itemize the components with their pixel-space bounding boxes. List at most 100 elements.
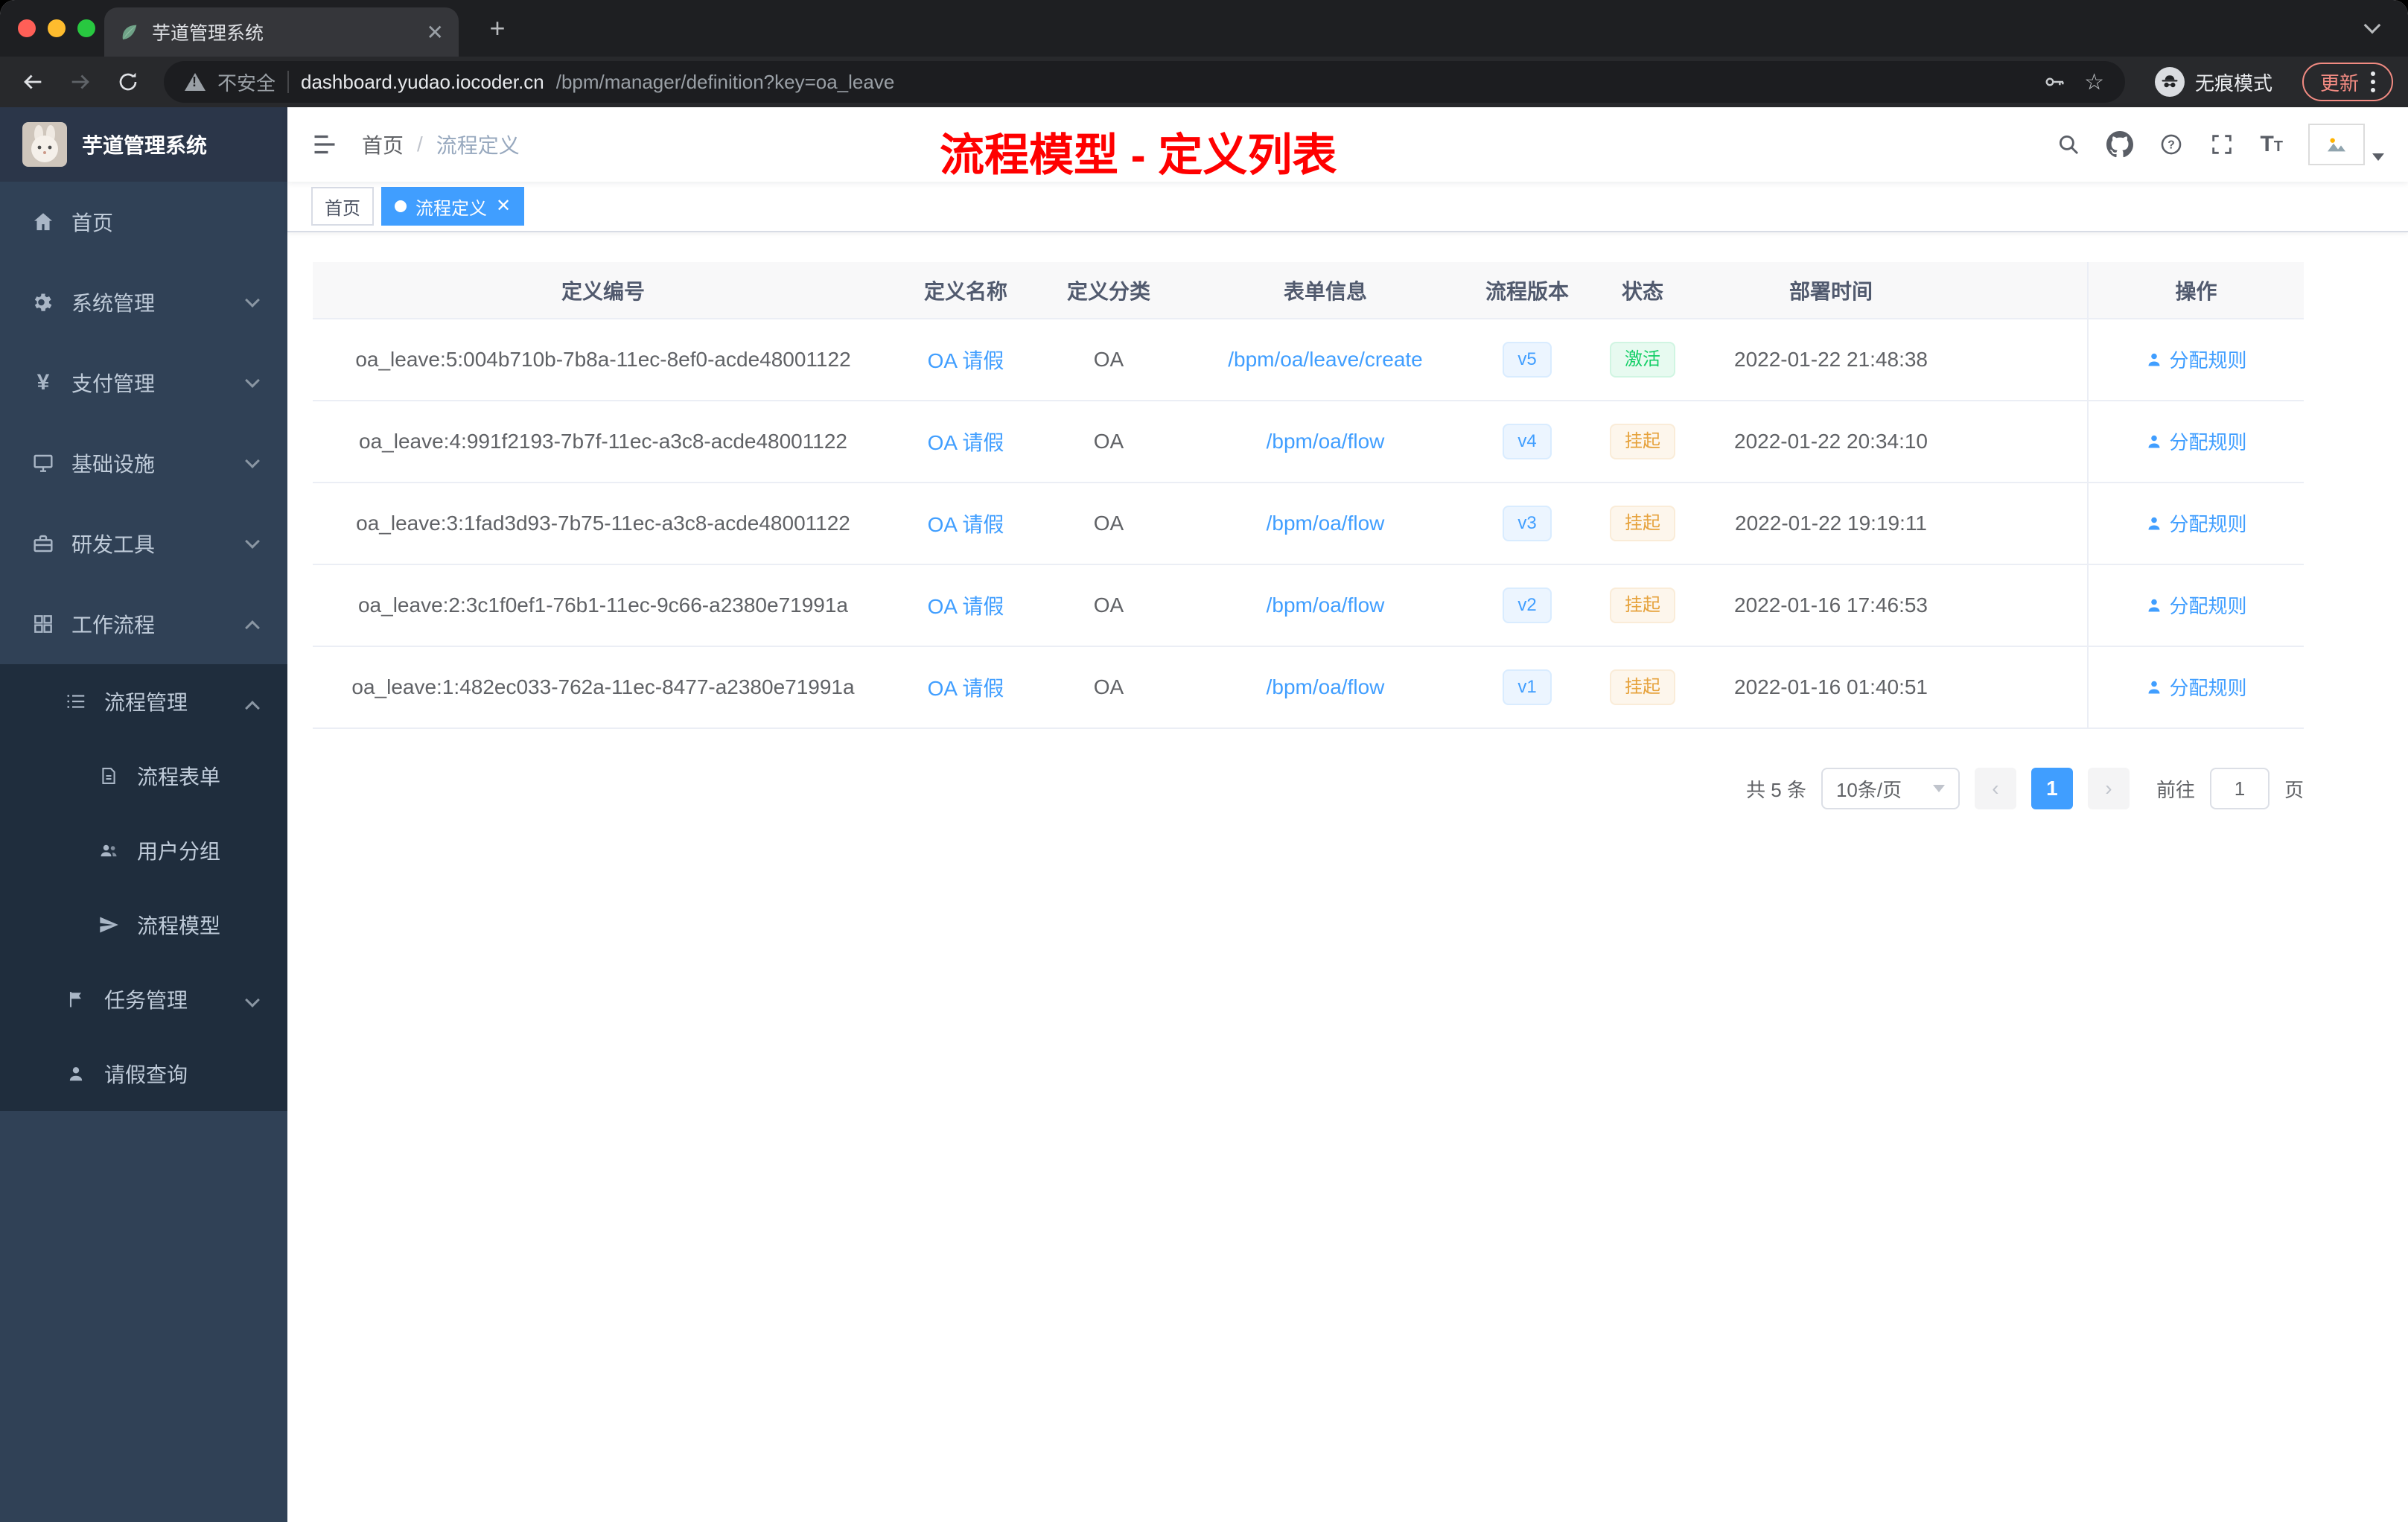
assign-rule-link[interactable]: 分配规则 (2145, 346, 2247, 373)
address-bar[interactable]: 不安全 dashboard.yudao.iocoder.cn/bpm/manag… (164, 61, 2125, 103)
browser-menu-icon[interactable] (2371, 71, 2375, 92)
table-row: oa_leave:4:991f2193-7b7f-11ec-a3c8-acde4… (313, 401, 2304, 483)
new-tab-button[interactable]: + (480, 10, 515, 46)
window-minimize-button[interactable] (48, 19, 66, 37)
definition-id: oa_leave:4:991f2193-7b7f-11ec-a3c8-acde4… (313, 401, 894, 483)
sidebar-item-leave-query[interactable]: 请假查询 (0, 1037, 287, 1111)
sidebar-item-infrastructure[interactable]: 基础设施 (0, 423, 287, 503)
sidebar-item-devtools[interactable]: 研发工具 (0, 503, 287, 584)
chevron-down-icon (245, 993, 260, 1007)
breadcrumb-home[interactable]: 首页 (362, 130, 404, 159)
browser-window: 芋道管理系统 ✕ + 不安全 dashboard.yudao.iocoder.c… (0, 0, 2408, 1522)
definition-name-link[interactable]: OA 请假 (928, 349, 1004, 372)
col-form-info: 表单信息 (1179, 262, 1471, 319)
sidebar-item-task-management[interactable]: 任务管理 (0, 962, 287, 1037)
form-link[interactable]: /bpm/oa/leave/create (1228, 348, 1423, 371)
browser-update-button[interactable]: 更新 (2302, 63, 2393, 101)
definition-name-link[interactable]: OA 请假 (928, 677, 1004, 700)
assign-rule-link[interactable]: 分配规则 (2145, 427, 2247, 455)
assign-rule-link[interactable]: 分配规则 (2145, 673, 2247, 701)
page-size-select[interactable]: 10条/页 (1821, 768, 1960, 809)
page-number-button[interactable]: 1 (2030, 768, 2073, 809)
breadcrumb: 首页 / 流程定义 (362, 130, 520, 159)
tag-label: 流程定义 (415, 198, 487, 219)
assign-rule-link[interactable]: 分配规则 (2145, 509, 2247, 537)
pagination: 共 5 条 10条/页 ‹ 1 › 前往 页 (313, 768, 2304, 809)
form-link[interactable]: /bpm/oa/flow (1267, 593, 1385, 617)
table-row: oa_leave:5:004b710b-7b8a-11ec-8ef0-acde4… (313, 319, 2304, 401)
definition-name-link[interactable]: OA 请假 (928, 513, 1004, 536)
assign-rule-link[interactable]: 分配规则 (2145, 591, 2247, 619)
form-link[interactable]: /bpm/oa/flow (1267, 430, 1385, 453)
incognito-icon (2154, 67, 2185, 97)
definition-id: oa_leave:1:482ec033-762a-11ec-8477-a2380… (313, 646, 894, 729)
back-button[interactable] (15, 64, 51, 100)
tab-title: 芋道管理系统 (152, 23, 264, 44)
sidebar-item-user-group[interactable]: 用户分组 (0, 813, 287, 888)
chevron-down-icon (245, 453, 260, 468)
forward-button[interactable] (63, 64, 98, 100)
prev-page-button[interactable]: ‹ (1974, 768, 2016, 809)
definition-name-link[interactable]: OA 请假 (928, 595, 1004, 618)
definition-name-link[interactable]: OA 请假 (928, 431, 1004, 454)
sidebar-item-label: 首页 (71, 211, 114, 235)
chevron-down-icon (245, 293, 260, 308)
browser-tab[interactable]: 芋道管理系统 ✕ (104, 7, 459, 57)
user-avatar-menu[interactable] (2308, 124, 2384, 165)
form-link[interactable]: /bpm/oa/flow (1267, 675, 1385, 698)
category: OA (1038, 646, 1179, 729)
incognito-badge: 无痕模式 (2154, 67, 2272, 97)
github-icon[interactable] (2106, 131, 2134, 158)
sidebar-item-process-management[interactable]: 流程管理 (0, 664, 287, 739)
home-icon (30, 210, 57, 234)
toolbox-icon (30, 532, 57, 555)
window-zoom-button[interactable] (77, 19, 95, 37)
font-size-icon[interactable]: TT (2260, 132, 2283, 157)
chevron-down-icon (2372, 153, 2384, 161)
tab-close-icon[interactable]: ✕ (427, 20, 444, 45)
sidebar-item-home[interactable]: 首页 (0, 182, 287, 262)
url-domain: dashboard.yudao.iocoder.cn (301, 70, 544, 93)
tag-close-icon[interactable]: ✕ (496, 197, 511, 215)
app-frame: 芋道管理系统 首页 系统管理 ¥ 支付管理 基础设施 研发工具 工作流程 流程管… (0, 107, 2408, 1522)
sidebar-logo[interactable]: 芋道管理系统 (0, 107, 287, 182)
avatar (2308, 124, 2365, 165)
page-jump-input[interactable] (2209, 768, 2270, 809)
chevron-up-icon (245, 620, 260, 635)
sidebar-item-system[interactable]: 系统管理 (0, 262, 287, 343)
main-area: 首页 / 流程定义 流程模型 - 定义列表 ? T T 首页 流程定义 ✕ 定义… (287, 107, 2408, 1522)
sidebar-item-label: 流程管理 (104, 691, 188, 714)
update-label: 更新 (2319, 71, 2359, 95)
sidebar-item-process-form[interactable]: 流程表单 (0, 739, 287, 813)
form-link[interactable]: /bpm/oa/flow (1267, 512, 1385, 535)
search-icon[interactable] (2056, 132, 2081, 157)
filler-cell (1960, 319, 2088, 401)
svg-text:?: ? (2168, 139, 2176, 152)
col-filler (1960, 262, 2088, 319)
tag-process-definition[interactable]: 流程定义 ✕ (381, 187, 525, 226)
next-page-button[interactable]: › (2087, 768, 2130, 809)
help-icon[interactable]: ? (2159, 132, 2184, 157)
version-tag: v2 (1503, 588, 1552, 623)
password-key-icon[interactable] (2042, 70, 2066, 94)
sidebar-item-payment[interactable]: ¥ 支付管理 (0, 343, 287, 423)
bookmark-star-icon[interactable]: ☆ (2084, 69, 2104, 95)
definition-id: oa_leave:2:3c1f0ef1-76b1-11ec-9c66-a2380… (313, 564, 894, 647)
tag-home[interactable]: 首页 (311, 187, 374, 226)
fullscreen-icon[interactable] (2209, 132, 2235, 157)
tab-search-chevron-icon[interactable] (2363, 16, 2381, 34)
security-label[interactable]: 不安全 (217, 69, 275, 96)
page-content: 定义编号 定义名称 定义分类 表单信息 流程版本 状态 部署时间 操作 oa_l… (287, 232, 2408, 1522)
window-close-button[interactable] (18, 19, 36, 37)
version-tag: v1 (1503, 669, 1552, 705)
hamburger-icon[interactable] (311, 131, 338, 158)
deploy-time: 2022-01-16 01:40:51 (1702, 646, 1960, 729)
tab-favicon-icon (119, 22, 140, 42)
sidebar-item-process-model[interactable]: 流程模型 (0, 888, 287, 962)
sidebar-item-label: 用户分组 (137, 840, 221, 863)
sidebar-item-label: 请假查询 (104, 1063, 188, 1086)
sidebar-item-workflow[interactable]: 工作流程 (0, 584, 287, 664)
tag-label: 首页 (325, 198, 360, 219)
reload-button[interactable] (110, 64, 146, 100)
person-icon (63, 1063, 89, 1084)
